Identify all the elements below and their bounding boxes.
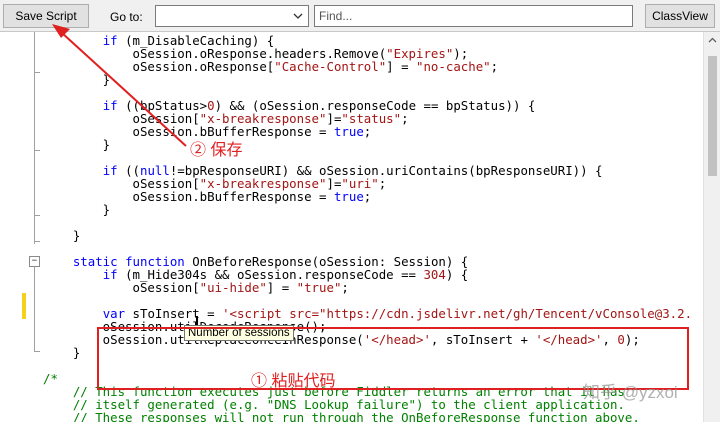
goto-label: Go to: [110,10,143,24]
code-line[interactable]: } [43,73,110,86]
code-token: } [43,137,111,152]
toolbar: Save Script Go to: ClassView [0,0,720,32]
code-token: ; [363,124,372,139]
code-token: ; [341,280,349,295]
code-line[interactable]: } [43,203,110,216]
chevron-down-icon [293,13,303,19]
changed-lines-marker [22,293,26,319]
annotation-paste-code: ① 粘贴代码 [251,373,336,390]
code-token: ] = [266,280,297,295]
classview-button[interactable]: ClassView [645,4,715,28]
fold-guide-line [34,32,35,244]
vertical-scrollbar[interactable] [703,32,720,422]
code-token: // These responses will not run through … [43,410,640,422]
code-token: ; [490,59,499,74]
code-token: } [43,72,111,87]
code-line[interactable]: } [43,229,80,242]
code-token: 304 [423,267,446,282]
code-token: "true" [296,280,342,295]
goto-dropdown[interactable] [155,5,309,27]
watermark: 知乎 @yzxoi [583,383,678,402]
code-token: "ui-hide" [199,280,267,295]
code-token: true [333,189,364,204]
fold-collapse-icon[interactable]: − [29,256,40,267]
save-script-button[interactable]: Save Script [3,4,89,28]
code-token: ) { [445,267,469,282]
scroll-up-arrow-icon[interactable] [704,32,720,49]
code-token: ; [378,176,387,191]
annotation-save: ② 保存 [190,142,243,159]
code-token: "Cache-Control" [274,59,387,74]
code-token: } [43,228,81,243]
code-token: ; [363,189,372,204]
code-line[interactable]: oSession.oResponse["Cache-Control"] = "n… [43,59,499,74]
code-token: ] = [386,59,417,74]
code-editor[interactable]: − if (m_DisableCaching) { oSession.oResp… [0,32,703,422]
code-token: true [333,124,364,139]
code-token: } [43,345,81,360]
find-input[interactable] [314,5,633,27]
code-token: ; [401,111,409,126]
scrollbar-thumb[interactable] [708,56,717,176]
code-token: } [43,202,111,217]
code-line[interactable]: } [43,138,110,151]
code-line[interactable]: // These responses will not run through … [43,411,640,422]
editor-margin: − [0,32,40,422]
code-line[interactable]: } [43,346,80,359]
fold-guide-line [34,267,35,352]
code-token: "no-cache" [416,59,491,74]
